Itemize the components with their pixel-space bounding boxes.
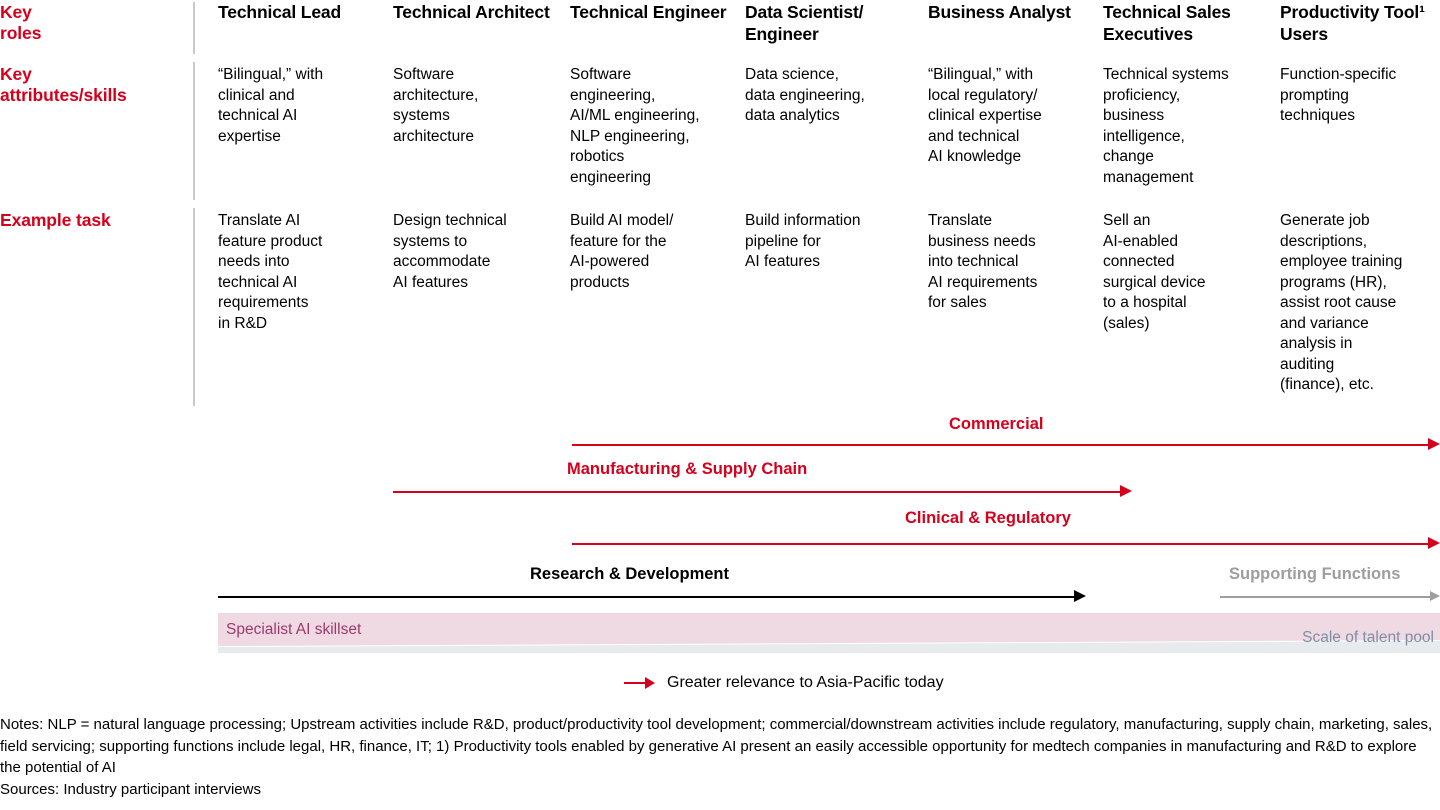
band-arrowhead-commercial	[1428, 438, 1440, 450]
column-attributes-3: Data science, data engineering, data ana…	[745, 66, 865, 124]
column-attributes-2: Software engineering, AI/ML engineering,…	[570, 66, 700, 186]
band-label-commercial: Commercial	[949, 415, 1044, 433]
column-attributes-4: “Bilingual,” with local regulatory/ clin…	[928, 66, 1042, 165]
column-attributes-6: Function-specific prompting techniques	[1280, 66, 1397, 124]
talent-wedge-graphic	[0, 600, 1440, 660]
column-task-6: Generate job descriptions, employee trai…	[1280, 212, 1403, 393]
column-task-0: Translate AI feature product needs into …	[218, 212, 323, 332]
column-header-5: Technical Sales Executives	[1103, 2, 1231, 44]
band-line-clinical-regulatory	[572, 543, 1428, 545]
row-label-key-attributes: Key attributes/skills	[0, 64, 127, 105]
infographic-root: Key roles Key attributes/skills Example …	[0, 0, 1440, 810]
column-task-1: Design technical systems to accommodate …	[393, 212, 507, 291]
footnote-sources: Sources: Industry participant interviews	[0, 780, 261, 798]
column-header-6: Productivity Tool¹ Users	[1280, 2, 1425, 44]
column-attributes-1: Software architecture, systems architect…	[393, 66, 479, 145]
band-arrowhead-manufacturing-supply-chain	[1120, 485, 1132, 497]
band-line-commercial	[572, 444, 1428, 446]
column-task-2: Build AI model/ feature for the AI-power…	[570, 212, 674, 291]
band-label-supporting-functions: Supporting Functions	[1229, 565, 1401, 583]
column-attributes-0: “Bilingual,” with clinical and technical…	[218, 66, 324, 145]
legend-arrow-icon	[624, 676, 655, 689]
band-line-supporting-functions	[1220, 596, 1430, 598]
wedge-svg	[218, 613, 1440, 653]
specialist-skillset-wedge	[218, 613, 1440, 646]
footnotes: Notes: NLP = natural language processing…	[0, 714, 1440, 800]
column-divider-roles	[193, 2, 195, 54]
column-divider-attributes	[193, 62, 195, 200]
band-line-research-development	[218, 596, 1074, 598]
column-task-3: Build information pipeline for AI featur…	[745, 212, 861, 270]
column-task-4: Translate business needs into technical …	[928, 212, 1038, 311]
column-task-5: Sell an AI-enabled connected surgical de…	[1103, 212, 1206, 332]
column-attributes-5: Technical systems proficiency, business …	[1103, 66, 1229, 186]
band-label-research-development: Research & Development	[530, 565, 729, 583]
column-header-0: Technical Lead	[218, 2, 342, 22]
legend-arrowhead-icon	[645, 676, 655, 689]
footnote-notes: Notes: NLP = natural language processing…	[0, 716, 1433, 776]
legend: Greater relevance to Asia-Pacific today	[624, 673, 944, 692]
column-header-3: Data Scientist/ Engineer	[745, 2, 864, 44]
specialist-skillset-label: Specialist AI skillset	[226, 621, 362, 638]
column-header-4: Business Analyst	[928, 2, 1071, 22]
talent-pool-label: Scale of talent pool	[1302, 629, 1434, 646]
row-label-key-roles: Key roles	[0, 2, 42, 43]
column-divider-tasks	[193, 208, 195, 406]
band-label-clinical-regulatory: Clinical & Regulatory	[905, 509, 1071, 527]
legend-text: Greater relevance to Asia-Pacific today	[667, 674, 944, 691]
row-label-example-task: Example task	[0, 210, 111, 230]
column-header-1: Technical Architect	[393, 2, 550, 22]
band-label-manufacturing-supply-chain: Manufacturing & Supply Chain	[567, 460, 808, 478]
band-arrowhead-clinical-regulatory	[1428, 537, 1440, 549]
band-line-manufacturing-supply-chain	[393, 491, 1120, 493]
column-header-2: Technical Engineer	[570, 2, 727, 22]
